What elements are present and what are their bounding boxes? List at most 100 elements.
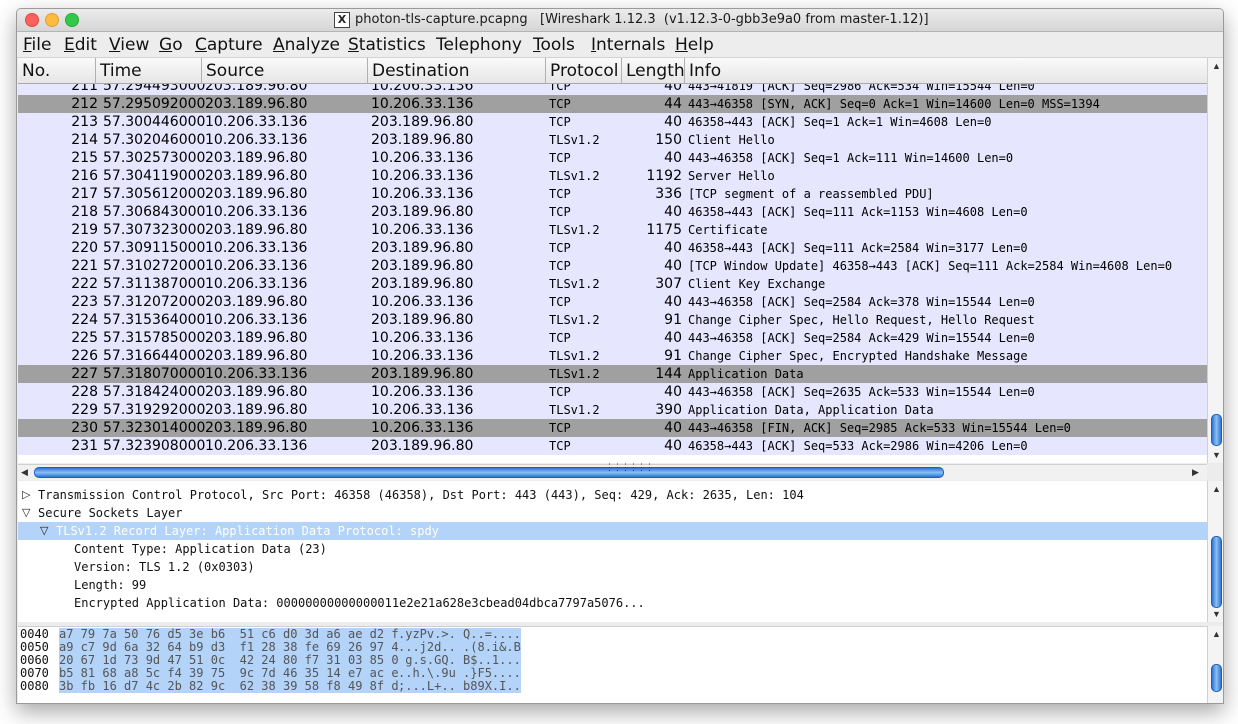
menu-capture[interactable]: Capture xyxy=(195,35,263,55)
detail-row[interactable]: Encrypted Application Data: 000000000000… xyxy=(18,594,1207,612)
packet-row[interactable]: 227 57.318070000 10.206.33.136 203.189.96.8… xyxy=(18,365,1207,383)
packet-destination: 10.206.33.136 xyxy=(371,96,474,112)
packet-protocol: TCP xyxy=(549,331,571,345)
scroll-right-arrow-icon[interactable]: ▶ xyxy=(1192,467,1199,477)
menu-view[interactable]: View xyxy=(109,35,149,55)
menu-go[interactable]: Go xyxy=(159,35,183,55)
packet-source: 203.189.96.80 xyxy=(205,150,308,166)
detail-text: Length: 99 xyxy=(74,578,147,592)
packet-list-vertical-scrollbar[interactable]: ▲ ▼ xyxy=(1207,58,1223,463)
packet-source: 203.189.96.80 xyxy=(205,168,308,184)
collapse-arrow-icon[interactable]: ▽ xyxy=(40,522,48,540)
column-header-time[interactable]: Time xyxy=(96,58,202,83)
packet-destination: 10.206.33.136 xyxy=(371,420,474,436)
column-header-no[interactable]: No. xyxy=(18,58,96,83)
title-bar: X photon-tls-capture.pcapng [Wireshark 1… xyxy=(17,9,1223,32)
menu-file[interactable]: File xyxy=(23,35,51,55)
packet-bytes-vertical-scroll-thumb[interactable] xyxy=(1211,664,1222,692)
packet-row[interactable]: 229 57.319292000 203.189.96.80 10.206.33.13… xyxy=(18,401,1207,419)
packet-length: 44 xyxy=(664,96,682,112)
packet-row[interactable]: 212 57.295092000 203.189.96.80 10.206.33.13… xyxy=(18,95,1207,113)
bytes-offset: 0080 xyxy=(20,679,49,693)
detail-text: Secure Sockets Layer xyxy=(38,506,183,520)
detail-row[interactable]: ▽ TLSv1.2 Record Layer: Application Data … xyxy=(18,522,1207,540)
bytes-hex[interactable]: 3b fb 16 d7 4c 2b 82 9c 62 38 39 58 f8 4… xyxy=(59,680,406,693)
packet-source: 10.206.33.136 xyxy=(205,438,308,454)
packet-row[interactable]: 214 57.302046000 10.206.33.136 203.189.96.8… xyxy=(18,131,1207,149)
maximize-window-button[interactable] xyxy=(65,13,79,27)
menu-bar: File Edit View Go Capture Analyze Statistics Te… xyxy=(17,32,1223,58)
packet-details-vertical-scroll-thumb[interactable] xyxy=(1211,536,1222,608)
column-header-length[interactable]: Length xyxy=(622,58,685,83)
collapse-arrow-icon[interactable]: ▽ xyxy=(22,504,30,522)
scroll-up-arrow-icon[interactable]: ▲ xyxy=(1212,629,1221,639)
packet-row[interactable]: 215 57.302573000 203.189.96.80 10.206.33.13… xyxy=(18,149,1207,167)
packet-list-horizontal-scroll-thumb[interactable] xyxy=(34,467,944,478)
packet-time: 57.312072000 xyxy=(103,294,206,310)
menu-edit[interactable]: Edit xyxy=(64,35,97,55)
close-window-button[interactable] xyxy=(25,13,39,27)
packet-list-horizontal-scrollbar[interactable]: ◀ ▶ ⋮⋮⋮⋮⋮⋮ xyxy=(18,463,1207,480)
packet-row[interactable]: 221 57.310272000 10.206.33.136 203.189.96.8… xyxy=(18,257,1207,275)
packet-number: 219 xyxy=(71,222,98,238)
packet-length: 144 xyxy=(655,366,682,382)
packet-row[interactable]: 222 57.311387000 10.206.33.136 203.189.96.8… xyxy=(18,275,1207,293)
packet-row[interactable]: 219 57.307323000 203.189.96.80 10.206.33.13… xyxy=(18,221,1207,239)
packet-row[interactable]: 223 57.312072000 203.189.96.80 10.206.33.13… xyxy=(18,293,1207,311)
packet-info: 443→46358 [ACK] Seq=2584 Ack=378 Win=155… xyxy=(688,295,1035,309)
packet-row[interactable]: 211 57.294493000 203.189.96.80 10.206.33.13… xyxy=(18,84,1207,95)
column-header-destination[interactable]: Destination xyxy=(368,58,546,83)
scroll-down-arrow-icon[interactable]: ▼ xyxy=(1212,450,1221,460)
column-header-protocol[interactable]: Protocol xyxy=(546,58,622,83)
packet-row[interactable]: 231 57.323908000 10.206.33.136 203.189.96.8… xyxy=(18,437,1207,455)
scroll-up-arrow-icon[interactable]: ▲ xyxy=(1212,484,1221,494)
expand-arrow-icon[interactable]: ▷ xyxy=(22,486,30,504)
packet-row[interactable]: 225 57.315785000 203.189.96.80 10.206.33.13… xyxy=(18,329,1207,347)
packet-info: Client Key Exchange xyxy=(688,277,826,291)
packet-protocol: TLSv1.2 xyxy=(549,223,600,237)
column-header-source[interactable]: Source xyxy=(202,58,368,83)
packet-row[interactable]: 216 57.304119000 203.189.96.80 10.206.33.13… xyxy=(18,167,1207,185)
menu-help[interactable]: Help xyxy=(675,35,714,55)
packet-info: Server Hello xyxy=(688,169,775,183)
packet-time: 57.323908000 xyxy=(103,438,206,454)
menu-analyze[interactable]: Analyze xyxy=(273,35,340,55)
menu-tools[interactable]: Tools xyxy=(533,35,575,55)
packet-time: 57.311387000 xyxy=(103,276,206,292)
packet-source: 10.206.33.136 xyxy=(205,312,308,328)
packet-row[interactable]: 220 57.309115000 10.206.33.136 203.189.96.8… xyxy=(18,239,1207,257)
packet-bytes-vertical-scrollbar[interactable]: ▲ xyxy=(1207,626,1223,703)
detail-row[interactable]: ▽ Secure Sockets Layer xyxy=(18,504,1207,522)
detail-row[interactable]: Length: 99 xyxy=(18,576,1207,594)
packet-row[interactable]: 230 57.323014000 203.189.96.80 10.206.33.13… xyxy=(18,419,1207,437)
packet-row[interactable]: 217 57.305612000 203.189.96.80 10.206.33.13… xyxy=(18,185,1207,203)
packet-time: 57.309115000 xyxy=(103,240,206,256)
packet-row[interactable]: 213 57.300446000 10.206.33.136 203.189.96.8… xyxy=(18,113,1207,131)
scroll-left-arrow-icon[interactable]: ◀ xyxy=(21,467,28,477)
scroll-up-arrow-icon[interactable]: ▲ xyxy=(1212,61,1221,71)
packet-protocol: TCP xyxy=(549,241,571,255)
menu-mnemonic: C xyxy=(195,35,207,55)
menu-telephony[interactable]: Telephony xyxy=(436,35,522,55)
scroll-down-arrow-icon[interactable]: ▼ xyxy=(1212,609,1221,619)
menu-statistics[interactable]: Statistics xyxy=(348,35,426,55)
column-header-info[interactable]: Info xyxy=(685,58,1207,83)
pane-splitter-grip-icon[interactable]: ⋮⋮⋮⋮⋮⋮ xyxy=(605,463,654,472)
packet-time: 57.300446000 xyxy=(103,114,206,130)
packet-row[interactable]: 224 57.315364000 10.206.33.136 203.189.96.8… xyxy=(18,311,1207,329)
minimize-window-button[interactable] xyxy=(45,13,59,27)
menu-label: o xyxy=(172,35,183,55)
packet-length: 40 xyxy=(664,258,682,274)
packet-row[interactable]: 226 57.316644000 203.189.96.80 10.206.33.13… xyxy=(18,347,1207,365)
detail-row[interactable]: Content Type: Application Data (23) xyxy=(18,540,1207,558)
bytes-ascii[interactable]: ;...L+.. b89X.I.. xyxy=(398,680,521,693)
packet-length: 40 xyxy=(664,240,682,256)
packet-row[interactable]: 228 57.318424000 203.189.96.80 10.206.33.13… xyxy=(18,383,1207,401)
detail-row[interactable]: ▷ Transmission Control Protocol, Src Port… xyxy=(18,486,1207,504)
detail-row[interactable]: Version: TLS 1.2 (0x0303) xyxy=(18,558,1207,576)
menu-label: nalyze xyxy=(284,35,340,55)
packet-list-vertical-scroll-thumb[interactable] xyxy=(1211,414,1222,446)
packet-row[interactable]: 218 57.306843000 10.206.33.136 203.189.96.8… xyxy=(18,203,1207,221)
menu-internals[interactable]: Internals xyxy=(591,35,665,55)
packet-details-vertical-scrollbar[interactable]: ▲ ▼ xyxy=(1207,481,1223,622)
